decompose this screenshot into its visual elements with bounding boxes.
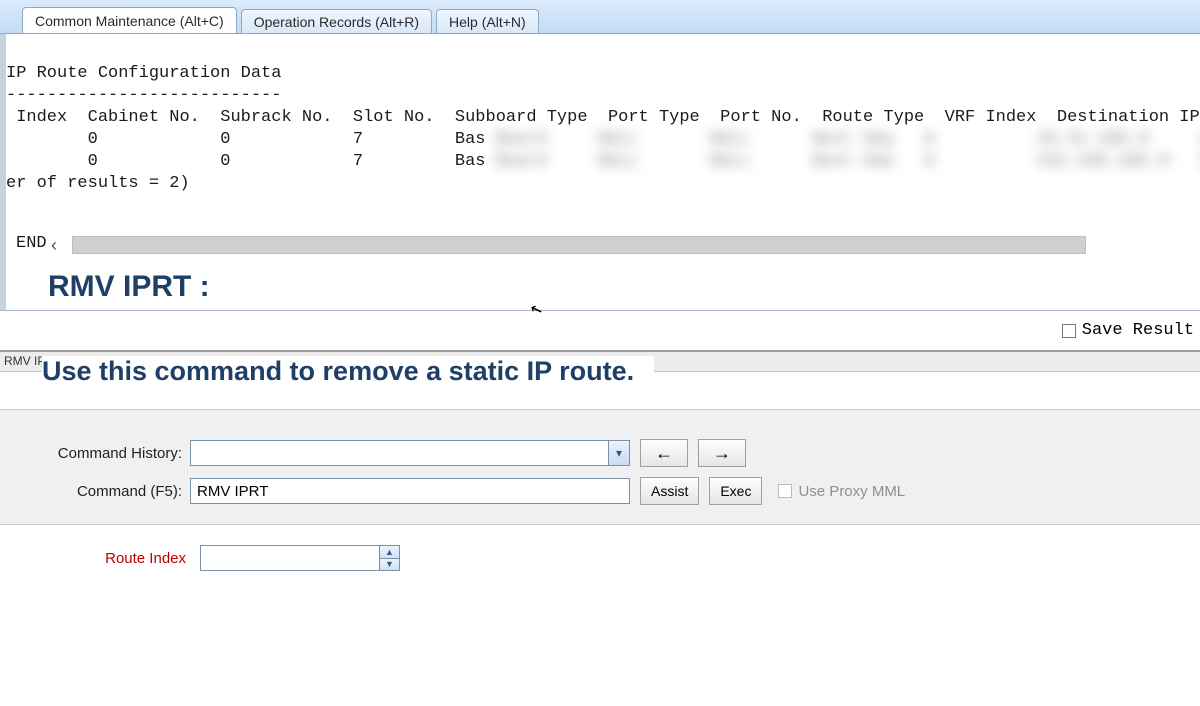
- horizontal-scrollbar[interactable]: ‹: [44, 236, 1196, 254]
- proxy-checkbox[interactable]: [778, 484, 792, 498]
- assist-button[interactable]: Assist: [640, 477, 699, 505]
- output-pane: IP Route Configuration Data ------------…: [0, 34, 1200, 310]
- route-index-input[interactable]: [200, 545, 380, 571]
- route-index-spinner[interactable]: ▲ ▼: [200, 545, 400, 571]
- tab-operation-records[interactable]: Operation Records (Alt+R): [241, 9, 432, 33]
- tab-bar: Common Maintenance (Alt+C) Operation Rec…: [0, 0, 1200, 34]
- scroll-left-icon[interactable]: ‹: [44, 235, 64, 255]
- save-result-row: ↖ Save Result: [0, 310, 1200, 352]
- output-title: IP Route Configuration Data: [6, 64, 281, 83]
- command-input[interactable]: [190, 478, 630, 504]
- output-columns: Index Cabinet No. Subrack No. Slot No. S…: [6, 108, 1200, 127]
- table-row: 0 0 7 Bas Board NULL NULL Next Hop 0 10.…: [6, 130, 1200, 149]
- exec-button[interactable]: Exec: [709, 477, 762, 505]
- tab-help[interactable]: Help (Alt+N): [436, 9, 539, 33]
- output-end: END: [6, 234, 47, 253]
- history-forward-button[interactable]: →: [698, 439, 746, 467]
- spinner-down-icon[interactable]: ▼: [380, 558, 400, 572]
- save-result-checkbox[interactable]: [1062, 324, 1076, 338]
- chevron-down-icon[interactable]: ▾: [608, 440, 630, 466]
- tab-common-maintenance[interactable]: Common Maintenance (Alt+C): [22, 7, 237, 33]
- command-echo-text: RMV IPRT::: [4, 354, 66, 368]
- command-panel: Command History: ▾ ← → Command (F5): Ass…: [0, 410, 1200, 525]
- command-history-label: Command History:: [20, 445, 190, 462]
- use-proxy-mml: Use Proxy MML: [778, 483, 905, 500]
- annotation-title: RMV IPRT :: [48, 270, 210, 304]
- route-index-label: Route Index: [20, 550, 200, 567]
- results-count: er of results = 2): [6, 174, 190, 193]
- scroll-track[interactable]: [72, 236, 1086, 254]
- command-echo-bar: RMV IPRT:: Use this command to remove a …: [0, 352, 1200, 372]
- output-underline: ---------------------------: [6, 86, 281, 105]
- parameter-panel: Route Index ▲ ▼: [0, 525, 1200, 706]
- save-result-label: Save Result: [1082, 321, 1194, 340]
- command-label: Command (F5):: [20, 483, 190, 500]
- proxy-label: Use Proxy MML: [798, 483, 905, 500]
- table-row: 0 0 7 Bas Board NULL NULL Next Hop 0 192…: [6, 152, 1200, 171]
- history-back-button[interactable]: ←: [640, 439, 688, 467]
- spinner-up-icon[interactable]: ▲: [380, 545, 400, 558]
- command-history-combo[interactable]: ▾: [190, 440, 630, 466]
- command-history-input[interactable]: [190, 440, 608, 466]
